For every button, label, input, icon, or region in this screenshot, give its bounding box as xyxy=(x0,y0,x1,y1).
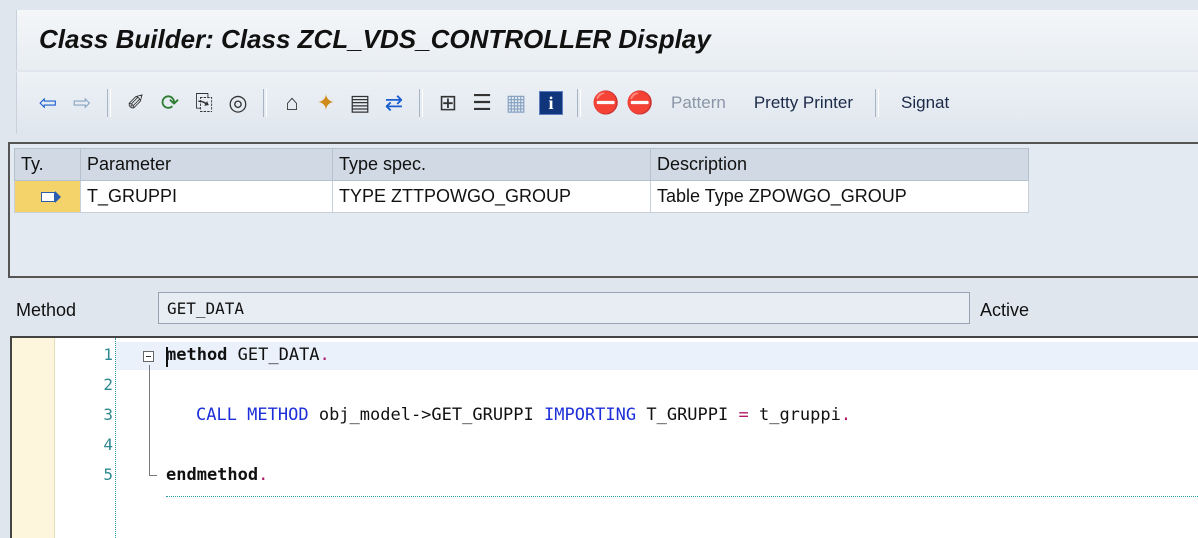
line-number: 4 xyxy=(103,435,113,454)
code-keyword: CALL METHOD xyxy=(196,405,309,425)
title-bar: Class Builder: Class ZCL_VDS_CONTROLLER … xyxy=(16,10,1198,70)
hierarchy-icon[interactable]: ⊞ xyxy=(431,88,465,118)
code-keyword: endmethod xyxy=(166,465,259,485)
parameter-table: Ty. Parameter Type spec. Description T_G… xyxy=(14,148,1029,213)
importing-icon[interactable] xyxy=(14,180,81,213)
code-text: obj_model->GET_GRUPPI xyxy=(308,405,544,425)
toolbar-separator xyxy=(107,89,111,117)
code-keyword: method xyxy=(166,345,228,365)
display-change-icon[interactable]: ✐ xyxy=(119,88,153,118)
code-line-5[interactable]: endmethod. xyxy=(166,465,268,485)
code-keyword: IMPORTING xyxy=(544,405,637,425)
overview-icon[interactable]: ☰ xyxy=(465,88,499,118)
cell-type-spec[interactable]: TYPE ZTTPOWGO_GROUP xyxy=(332,180,651,213)
table-header-row: Ty. Parameter Type spec. Description xyxy=(14,148,1029,181)
toolbar-separator xyxy=(263,89,267,117)
other-object-icon[interactable]: ⟳ xyxy=(153,88,187,118)
cell-parameter[interactable]: T_GRUPPI xyxy=(80,180,333,213)
object-list-icon[interactable]: ▤ xyxy=(343,88,377,118)
activate-icon[interactable]: ◎ xyxy=(221,88,255,118)
code-line-1[interactable]: method GET_DATA. xyxy=(166,345,330,365)
code-punct: . xyxy=(319,345,330,365)
line-number: 3 xyxy=(103,405,113,424)
breakpoint-icon[interactable]: ⛔ xyxy=(589,88,623,118)
block-end-divider xyxy=(166,496,1198,497)
column-header-parameter[interactable]: Parameter xyxy=(80,148,333,181)
line-number: 2 xyxy=(103,375,113,394)
list-icon[interactable]: ▦ xyxy=(499,88,533,118)
line-number: 1 xyxy=(103,345,113,364)
code-operator: = xyxy=(738,405,749,425)
column-header-type[interactable]: Ty. xyxy=(14,148,81,181)
cell-description[interactable]: Table Type ZPOWGO_GROUP xyxy=(650,180,1029,213)
code-punct: . xyxy=(258,465,269,485)
where-used-icon[interactable]: ⌂ xyxy=(275,88,309,118)
toolbar-separator xyxy=(577,89,581,117)
method-label: Method xyxy=(16,300,77,320)
code-line-3[interactable]: CALL METHOD obj_model->GET_GRUPPI IMPORT… xyxy=(196,405,851,425)
editor-margin xyxy=(12,338,55,538)
method-name-field[interactable]: GET_DATA xyxy=(158,292,970,324)
transport-icon[interactable]: ⇄ xyxy=(377,88,411,118)
application-toolbar: ⇦ ⇨ ✐ ⟳ ⎘ ◎ ⌂ ✦ ▤ ⇄ ⊞ ☰ ▦ i ⛔ ⛔ Pattern … xyxy=(16,72,1198,134)
code-editor[interactable]: 1 2 3 4 5 method GET_DATA. CALL METHOD o… xyxy=(10,336,1198,538)
toolbar-separator xyxy=(419,89,423,117)
column-header-type-spec[interactable]: Type spec. xyxy=(332,148,651,181)
info-icon[interactable]: i xyxy=(539,91,563,115)
collapse-block-icon[interactable] xyxy=(143,351,154,362)
method-status: Active xyxy=(980,300,1030,320)
back-arrow-icon[interactable]: ⇦ xyxy=(31,88,65,118)
check-icon[interactable]: ⎘ xyxy=(187,88,221,118)
toolbar-separator xyxy=(875,89,880,117)
line-number: 5 xyxy=(103,465,113,484)
code-punct: . xyxy=(840,405,852,425)
fold-guide xyxy=(149,365,150,475)
forward-arrow-icon[interactable]: ⇨ xyxy=(65,88,99,118)
code-text: GET_DATA xyxy=(227,345,320,365)
fold-guide-end xyxy=(149,475,157,476)
column-header-description[interactable]: Description xyxy=(650,148,1029,181)
code-text: t_gruppi xyxy=(748,405,841,425)
navigate-icon[interactable]: ✦ xyxy=(309,88,343,118)
external-breakpoint-icon[interactable]: ⛔ xyxy=(623,88,657,118)
code-text: T_GRUPPI xyxy=(636,405,739,425)
window-title: Class Builder: Class ZCL_VDS_CONTROLLER … xyxy=(39,24,711,54)
parameter-panel: Ty. Parameter Type spec. Description T_G… xyxy=(8,142,1198,278)
table-row[interactable]: T_GRUPPI TYPE ZTTPOWGO_GROUP Table Type … xyxy=(14,180,1029,213)
pretty-printer-button[interactable]: Pretty Printer xyxy=(754,93,853,113)
signature-button[interactable]: Signat xyxy=(901,93,949,113)
pattern-button[interactable]: Pattern xyxy=(671,93,726,113)
